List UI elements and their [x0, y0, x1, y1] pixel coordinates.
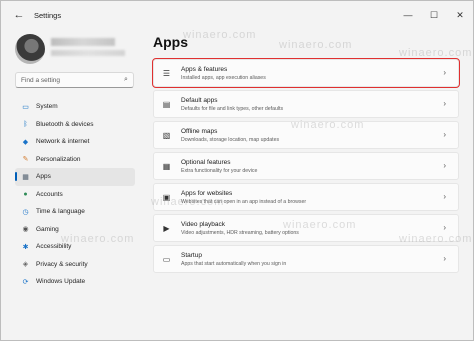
sidebar-item-gaming[interactable]: ◉ Gaming: [15, 221, 135, 239]
search-box[interactable]: Find a setting ⌕: [15, 72, 134, 88]
chevron-right-icon: ›: [443, 161, 446, 170]
sidebar-item-label: Personalization: [36, 155, 81, 163]
setting-row-video-playback[interactable]: ▶ Video playback Video adjustments, HDR st…: [153, 214, 459, 242]
web-apps-icon: ▣: [162, 193, 171, 202]
settings-list: ☰ Apps & features Installed apps, app exec…: [152, 58, 460, 276]
row-description: Installed apps, app execution aliases: [181, 75, 266, 81]
shield-icon: ◈: [22, 261, 29, 269]
wifi-icon: ◆: [22, 138, 29, 146]
paintbrush-icon: ✎: [22, 156, 29, 164]
sidebar-nav: ▭ System ᛒ Bluetooth & devices ◆ Network & in…: [15, 98, 135, 291]
avatar: [15, 34, 45, 64]
apps-icon: ▦: [22, 173, 29, 181]
watermark: winaero.com: [183, 29, 257, 41]
search-icon: ⌕: [124, 76, 128, 83]
settings-window: ← Settings — ☐ ✕ Find a setting ⌕ ▭ Syste…: [0, 0, 474, 341]
sidebar-item-label: Apps: [36, 173, 51, 181]
maximize-icon: ☐: [429, 9, 439, 20]
maximize-button[interactable]: ☐: [421, 1, 447, 29]
minimize-icon: —: [403, 10, 413, 20]
chevron-right-icon: ›: [443, 254, 446, 263]
back-button[interactable]: ←: [9, 5, 29, 25]
page-title: Apps: [153, 34, 188, 50]
chevron-right-icon: ›: [443, 192, 446, 201]
sidebar-item-label: System: [36, 103, 58, 111]
sidebar-item-personalization[interactable]: ✎ Personalization: [15, 151, 135, 169]
globe-clock-icon: ◷: [22, 208, 29, 216]
sidebar-item-accounts[interactable]: ● Accounts: [15, 186, 135, 204]
row-description: Video adjustments, HDR streaming, batter…: [181, 230, 299, 236]
setting-row-startup[interactable]: ▭ Startup Apps that start automatically wh…: [153, 245, 459, 273]
person-icon: ●: [23, 190, 28, 198]
video-icon: ▶: [163, 224, 170, 233]
gamepad-icon: ◉: [22, 226, 29, 234]
row-title: Apps for websites: [181, 190, 233, 197]
sidebar-item-accessibility[interactable]: ✱ Accessibility: [15, 238, 135, 256]
sidebar-item-label: Bluetooth & devices: [36, 120, 94, 128]
chevron-right-icon: ›: [443, 130, 446, 139]
sidebar-item-system[interactable]: ▭ System: [15, 98, 135, 116]
sidebar-item-label: Network & internet: [36, 138, 90, 146]
sidebar-item-label: Privacy & security: [36, 260, 88, 268]
row-description: Defaults for file and link types, other …: [181, 106, 284, 112]
chevron-right-icon: ›: [443, 68, 446, 77]
bluetooth-icon: ᛒ: [23, 120, 28, 128]
blurred-user-name: [51, 38, 115, 46]
update-icon: ⟳: [22, 278, 29, 286]
setting-row-apps-features[interactable]: ☰ Apps & features Installed apps, app exec…: [152, 58, 460, 88]
row-description: Extra functionality for your device: [181, 168, 258, 174]
blurred-user-email: [51, 50, 125, 56]
sidebar-item-apps[interactable]: ▦ Apps: [15, 168, 135, 186]
back-arrow-icon: ←: [13, 9, 25, 21]
sidebar-item-label: Gaming: [36, 225, 59, 233]
row-title: Default apps: [181, 97, 218, 104]
sidebar-item-label: Windows Update: [36, 278, 86, 286]
map-icon: ▧: [162, 131, 171, 140]
row-title: Video playback: [181, 221, 225, 228]
sidebar-item-label: Time & language: [36, 208, 85, 216]
sidebar-item-time-language[interactable]: ◷ Time & language: [15, 203, 135, 221]
sidebar-item-network-internet[interactable]: ◆ Network & internet: [15, 133, 135, 151]
default-apps-icon: ▤: [162, 100, 171, 109]
search-input[interactable]: Find a setting: [16, 77, 119, 84]
row-title: Apps & features: [181, 66, 228, 73]
minimize-button[interactable]: —: [395, 1, 421, 29]
list-icon: ☰: [162, 69, 171, 78]
row-description: Websites that can open in an app instead…: [181, 199, 307, 205]
setting-row-offline-maps[interactable]: ▧ Offline maps Downloads, storage location…: [153, 121, 459, 149]
optional-features-icon: ▦: [162, 162, 171, 171]
sidebar-item-label: Accessibility: [36, 243, 72, 251]
sidebar-item-privacy-security[interactable]: ◈ Privacy & security: [15, 256, 135, 274]
row-title: Offline maps: [181, 128, 218, 135]
close-button[interactable]: ✕: [447, 1, 473, 29]
monitor-icon: ▭: [22, 103, 29, 111]
sidebar-item-bluetooth-devices[interactable]: ᛒ Bluetooth & devices: [15, 116, 135, 134]
close-icon: ✕: [456, 9, 464, 20]
watermark: winaero.com: [399, 47, 473, 59]
watermark: winaero.com: [279, 39, 353, 51]
window-title: Settings: [34, 10, 62, 20]
setting-row-default-apps[interactable]: ▤ Default apps Defaults for file and link …: [153, 90, 459, 118]
setting-row-optional-features[interactable]: ▦ Optional features Extra functionality fo…: [153, 152, 459, 180]
chevron-right-icon: ›: [443, 99, 446, 108]
sidebar-item-label: Accounts: [36, 190, 63, 198]
sidebar-item-windows-update[interactable]: ⟳ Windows Update: [15, 273, 135, 291]
window-controls: — ☐ ✕: [395, 1, 473, 29]
startup-icon: ▭: [162, 255, 171, 264]
title-bar: ← Settings — ☐ ✕: [1, 1, 473, 29]
user-profile[interactable]: [15, 34, 135, 64]
accessibility-icon: ✱: [22, 243, 29, 251]
chevron-right-icon: ›: [443, 223, 446, 232]
row-title: Startup: [181, 252, 202, 259]
row-title: Optional features: [181, 159, 231, 166]
setting-row-apps-for-websites[interactable]: ▣ Apps for websites Websites that can open…: [153, 183, 459, 211]
row-description: Apps that start automatically when you s…: [181, 261, 287, 267]
row-description: Downloads, storage location, map updates: [181, 137, 280, 143]
